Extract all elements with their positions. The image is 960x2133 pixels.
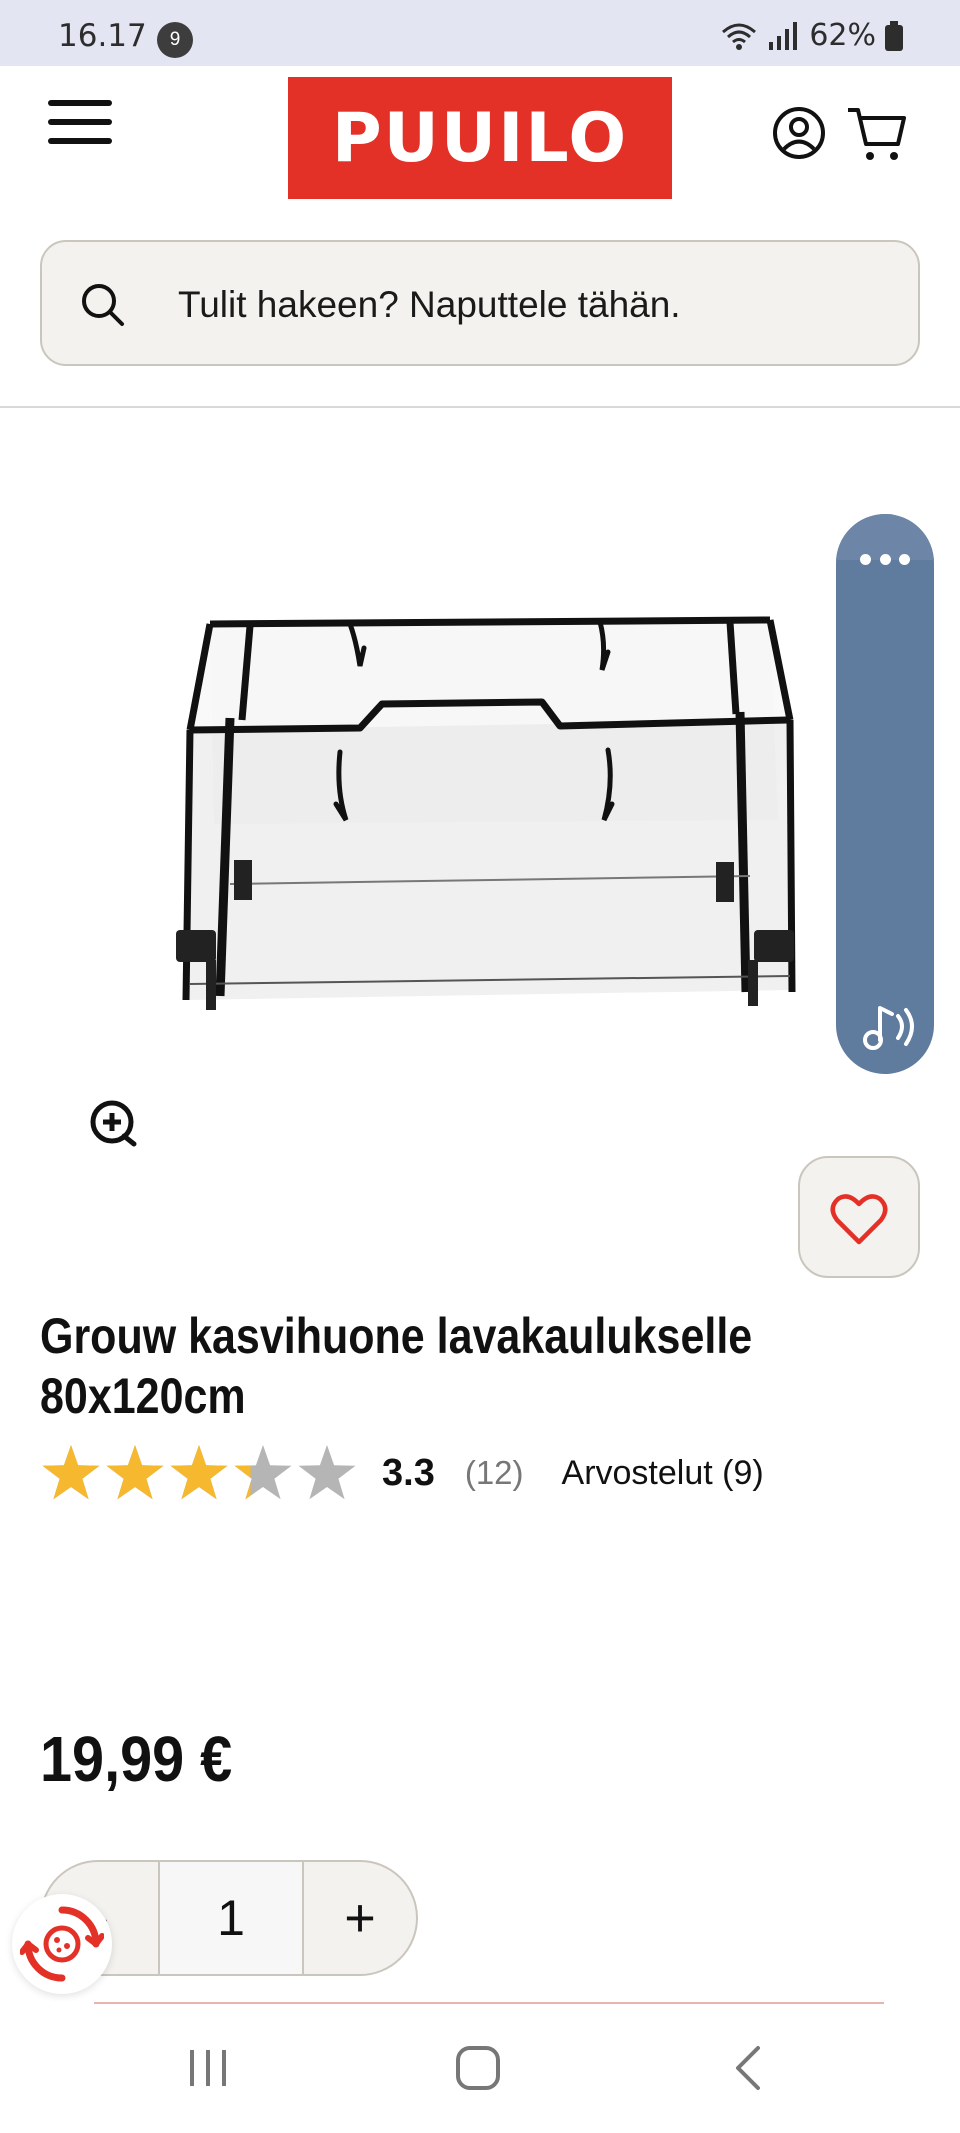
logo-text: PUUILO: [331, 98, 629, 178]
signal-icon: [769, 21, 798, 50]
hamburger-menu-icon[interactable]: [48, 96, 118, 148]
rating-star-empty: [298, 1445, 356, 1500]
product-price: 19,99 €: [40, 1723, 233, 1795]
search-input[interactable]: Tulit hakeen? Naputtele tähän.: [40, 240, 920, 366]
rating-value: 3.3: [382, 1451, 435, 1494]
search-placeholder: Tulit hakeen? Naputtele tähän.: [178, 284, 681, 325]
cookie-consent-button[interactable]: [12, 1894, 112, 1994]
rating-star-filled: [42, 1445, 100, 1500]
section-divider: [94, 2002, 884, 2004]
site-header: PUUILO: [0, 66, 960, 206]
account-icon[interactable]: [772, 106, 826, 160]
rating-stars: [42, 1445, 356, 1500]
back-icon[interactable]: [730, 2044, 766, 2092]
cart-icon[interactable]: [846, 104, 908, 164]
notification-count-badge: 9: [157, 22, 193, 58]
rating-count: (12): [464, 1454, 524, 1491]
system-navigation-bar: [0, 2010, 960, 2133]
product-title: Grouw kasvihuone lavakaulukselle 80x120c…: [40, 1308, 753, 1424]
audio-readout-icon[interactable]: [854, 998, 918, 1054]
status-time: 16.17: [58, 18, 147, 54]
quantity-value[interactable]: 1: [158, 1862, 304, 1974]
recent-apps-icon[interactable]: [186, 2046, 230, 2090]
search-icon: [82, 284, 124, 326]
product-page: 16.17 9 62% PUUILO Tulit hakeen? Naputte…: [0, 0, 960, 2133]
wifi-icon: [722, 23, 757, 50]
accessibility-side-widget[interactable]: [836, 514, 934, 1074]
rating-star-filled: [106, 1445, 164, 1500]
more-options-icon[interactable]: [860, 554, 910, 566]
home-icon[interactable]: [454, 2044, 502, 2092]
product-image[interactable]: [150, 600, 810, 1020]
battery-icon: [885, 20, 903, 51]
cookie-consent-icon: [20, 1906, 104, 1982]
quantity-increase-button[interactable]: +: [304, 1862, 416, 1974]
zoom-in-icon[interactable]: [88, 1098, 138, 1148]
battery-percentage: 62%: [809, 18, 876, 53]
rating-summary: 3.3 (12) Arvostelut (9): [40, 1440, 764, 1506]
reviews-link[interactable]: Arvostelut (9): [562, 1454, 764, 1493]
status-indicators: 62%: [719, 18, 904, 53]
header-divider: [0, 406, 960, 408]
rating-star-filled: [170, 1445, 228, 1500]
puuilo-logo[interactable]: PUUILO: [288, 77, 672, 199]
heart-icon: [830, 1194, 888, 1245]
add-to-wishlist-button[interactable]: [798, 1156, 920, 1278]
status-bar: 16.17 9 62%: [0, 0, 960, 66]
